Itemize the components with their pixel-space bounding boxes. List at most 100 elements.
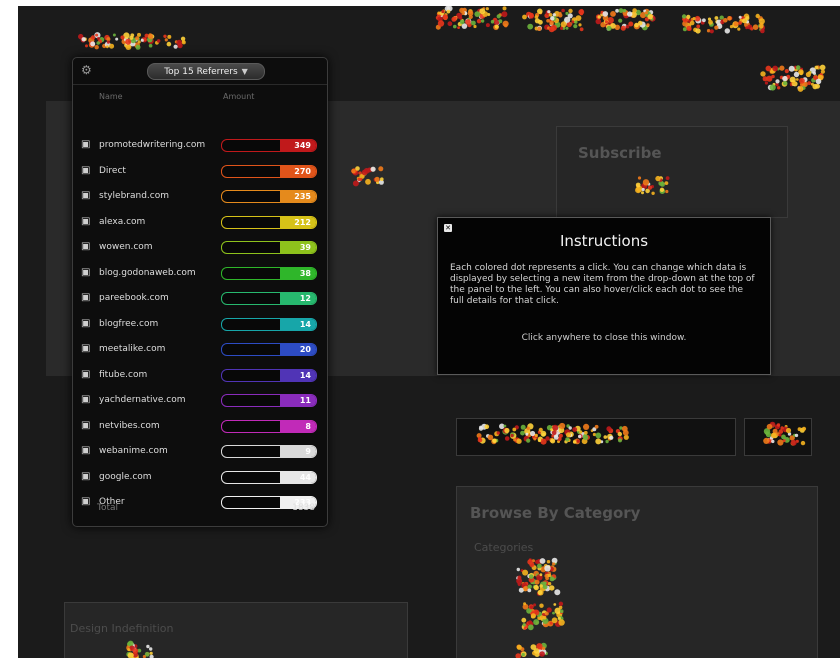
click-dot[interactable]: [559, 422, 566, 430]
click-dot[interactable]: [795, 65, 801, 70]
click-dot[interactable]: [552, 611, 555, 615]
click-dot[interactable]: [476, 18, 482, 24]
click-dot[interactable]: [550, 438, 556, 444]
click-dot[interactable]: [682, 27, 687, 32]
click-dot[interactable]: [795, 78, 799, 81]
referrer-row[interactable]: ▣ blogfree.com 14: [79, 317, 321, 333]
click-dot[interactable]: [539, 584, 543, 588]
click-dot[interactable]: [513, 438, 517, 442]
click-dot[interactable]: [549, 20, 554, 26]
referrer-row[interactable]: ▣ meetalike.com 20: [79, 342, 321, 358]
click-dot[interactable]: [512, 427, 517, 432]
referrer-row[interactable]: ▣ alexa.com 212: [79, 215, 321, 231]
click-dot[interactable]: [355, 166, 360, 171]
click-dot[interactable]: [554, 607, 561, 614]
click-dot[interactable]: [595, 432, 602, 439]
click-dot[interactable]: [537, 438, 542, 443]
click-dot[interactable]: [714, 25, 719, 30]
click-dot[interactable]: [533, 648, 540, 654]
click-dot[interactable]: [664, 181, 669, 186]
click-dot[interactable]: [105, 45, 109, 49]
referrer-row[interactable]: ▣ pareebook.com 12: [79, 291, 321, 307]
click-dot[interactable]: [632, 8, 637, 13]
click-dot[interactable]: [542, 646, 546, 651]
click-dot[interactable]: [641, 191, 644, 195]
click-dot[interactable]: [558, 11, 562, 15]
click-dot[interactable]: [729, 25, 734, 29]
referrer-row[interactable]: ▣ yachdernative.com 11: [79, 393, 321, 409]
click-dot[interactable]: [618, 18, 623, 23]
click-dot[interactable]: [485, 23, 490, 28]
click-dot[interactable]: [374, 176, 380, 182]
click-dot[interactable]: [115, 37, 119, 41]
click-dot[interactable]: [539, 573, 543, 577]
click-dot[interactable]: [474, 11, 481, 17]
click-dot[interactable]: [782, 75, 788, 82]
click-dot[interactable]: [81, 37, 86, 42]
referrer-row[interactable]: ▣ webanime.com 9: [79, 444, 321, 460]
click-dot[interactable]: [550, 16, 555, 21]
click-dot[interactable]: [759, 24, 764, 29]
click-dot[interactable]: [537, 26, 542, 31]
click-dot[interactable]: [709, 29, 714, 34]
click-dot[interactable]: [533, 437, 537, 441]
click-dot[interactable]: [156, 39, 161, 43]
click-dot[interactable]: [565, 432, 572, 438]
click-dot[interactable]: [148, 43, 153, 48]
click-dot[interactable]: [535, 559, 539, 564]
click-dot[interactable]: [143, 37, 147, 42]
click-dot[interactable]: [574, 20, 578, 24]
click-dot[interactable]: [493, 20, 500, 26]
click-dot[interactable]: [557, 616, 561, 620]
click-dot[interactable]: [760, 28, 765, 34]
click-dot[interactable]: [797, 427, 802, 432]
referrer-row[interactable]: ▣ fitube.com 14: [79, 368, 321, 384]
click-dot[interactable]: [665, 189, 669, 194]
click-dot[interactable]: [637, 176, 642, 180]
click-dot[interactable]: [814, 65, 819, 70]
close-icon[interactable]: ✕: [444, 224, 452, 232]
click-dot[interactable]: [539, 651, 545, 657]
click-dot[interactable]: [799, 77, 805, 84]
click-dot[interactable]: [516, 567, 520, 572]
click-dot[interactable]: [528, 12, 534, 18]
click-dot[interactable]: [620, 25, 626, 31]
click-dot[interactable]: [605, 439, 609, 444]
click-dot[interactable]: [573, 24, 578, 29]
click-dot[interactable]: [763, 437, 770, 444]
click-dot[interactable]: [583, 423, 590, 430]
click-dot[interactable]: [549, 621, 553, 625]
click-dot[interactable]: [807, 81, 812, 85]
click-dot[interactable]: [692, 17, 696, 21]
click-dot[interactable]: [109, 43, 115, 49]
click-dot[interactable]: [777, 86, 781, 90]
click-dot[interactable]: [549, 585, 555, 591]
click-dot[interactable]: [494, 24, 499, 29]
click-dot[interactable]: [808, 71, 812, 75]
click-dot[interactable]: [548, 13, 553, 17]
click-dot[interactable]: [457, 26, 460, 29]
click-dot[interactable]: [719, 15, 724, 20]
click-dot[interactable]: [468, 14, 473, 19]
click-dot[interactable]: [550, 428, 553, 432]
click-dot[interactable]: [370, 166, 376, 172]
click-dot[interactable]: [788, 65, 795, 72]
click-dot[interactable]: [502, 6, 507, 11]
click-dot[interactable]: [459, 19, 465, 25]
click-dot[interactable]: [465, 19, 471, 25]
click-dot[interactable]: [791, 82, 796, 86]
click-dot[interactable]: [778, 433, 782, 437]
click-dot[interactable]: [526, 426, 530, 430]
click-dot[interactable]: [546, 607, 552, 613]
click-dot[interactable]: [775, 79, 780, 84]
click-dot[interactable]: [477, 437, 483, 443]
click-dot[interactable]: [635, 182, 641, 188]
click-dot[interactable]: [149, 651, 153, 655]
gear-icon[interactable]: ⚙: [81, 64, 93, 76]
click-dot[interactable]: [537, 590, 543, 595]
click-dot[interactable]: [615, 8, 619, 13]
click-dot[interactable]: [695, 28, 701, 34]
click-dot[interactable]: [627, 11, 633, 17]
click-dot[interactable]: [135, 36, 140, 41]
click-dot[interactable]: [766, 75, 773, 82]
